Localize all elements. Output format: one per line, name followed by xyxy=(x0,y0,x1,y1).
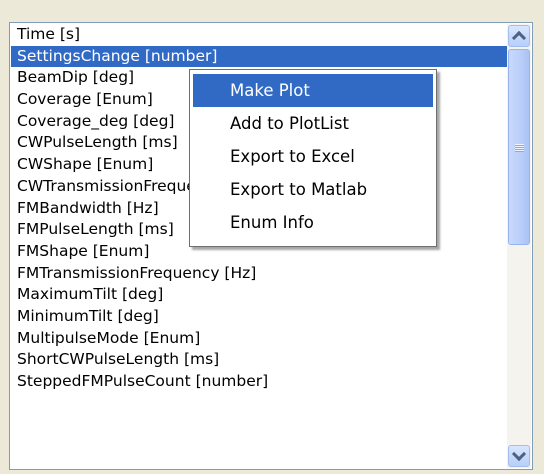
menu-item-export-to-matlab[interactable]: Export to Matlab xyxy=(193,173,433,206)
list-item-selected[interactable]: SettingsChange [number] xyxy=(11,45,507,68)
list-item[interactable]: MinimumTilt [deg] xyxy=(11,306,507,328)
menu-item-export-to-excel[interactable]: Export to Excel xyxy=(193,140,433,173)
list-item[interactable]: MaximumTilt [deg] xyxy=(11,284,507,306)
menu-item-make-plot[interactable]: Make Plot xyxy=(193,74,433,107)
grip-icon xyxy=(515,144,524,152)
list-item[interactable]: SteppedFMPulseCount [number] xyxy=(11,371,507,393)
vertical-scrollbar[interactable] xyxy=(507,24,531,468)
list-item[interactable]: FMTransmissionFrequency [Hz] xyxy=(11,263,507,285)
scroll-down-button[interactable] xyxy=(508,445,530,467)
context-menu: Make Plot Add to PlotList Export to Exce… xyxy=(189,69,437,247)
menu-item-add-to-plotlist[interactable]: Add to PlotList xyxy=(193,107,433,140)
scroll-up-button[interactable] xyxy=(508,25,530,47)
scroll-up-arrow-icon xyxy=(511,30,527,46)
menu-item-enum-info[interactable]: Enum Info xyxy=(193,206,433,239)
list-item[interactable]: MultipulseMode [Enum] xyxy=(11,328,507,350)
scroll-down-arrow-icon xyxy=(511,446,527,462)
list-item[interactable]: Time [s] xyxy=(11,24,507,46)
list-item[interactable]: ShortCWPulseLength [ms] xyxy=(11,349,507,371)
scrollbar-thumb[interactable] xyxy=(508,49,530,245)
